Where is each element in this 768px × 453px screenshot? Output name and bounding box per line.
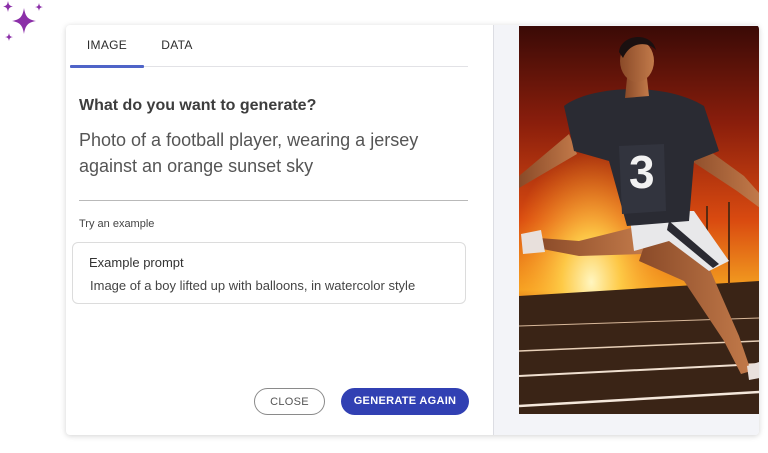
prompt-input-underline	[79, 200, 468, 201]
sparkles-icon	[3, 1, 43, 41]
try-example-label: Try an example	[79, 218, 155, 230]
prompt-question: What do you want to generate?	[79, 97, 317, 114]
preview-panel: 3	[493, 25, 759, 435]
example-prompt-card[interactable]: Example prompt Image of a boy lifted up …	[72, 242, 466, 304]
tab-image[interactable]: IMAGE	[70, 25, 144, 68]
example-prompt-text: Image of a boy lifted up with balloons, …	[90, 278, 416, 293]
active-tab-indicator	[70, 65, 144, 68]
tab-data-label: DATA	[161, 38, 193, 52]
tab-data[interactable]: DATA	[146, 25, 208, 66]
jersey-number: 3	[629, 146, 655, 198]
example-prompt-title: Example prompt	[89, 255, 184, 270]
close-button[interactable]: CLOSE	[254, 388, 325, 415]
generate-again-button[interactable]: GENERATE AGAIN	[341, 388, 469, 415]
tab-bar: IMAGE DATA	[70, 25, 468, 68]
tab-image-label: IMAGE	[86, 38, 128, 52]
prompt-input[interactable]: Photo of a football player, wearing a je…	[79, 127, 469, 179]
generate-dialog: IMAGE DATA What do you want to generate?…	[66, 25, 759, 435]
prompt-panel: IMAGE DATA What do you want to generate?…	[66, 25, 493, 435]
generated-image: 3	[519, 26, 759, 414]
